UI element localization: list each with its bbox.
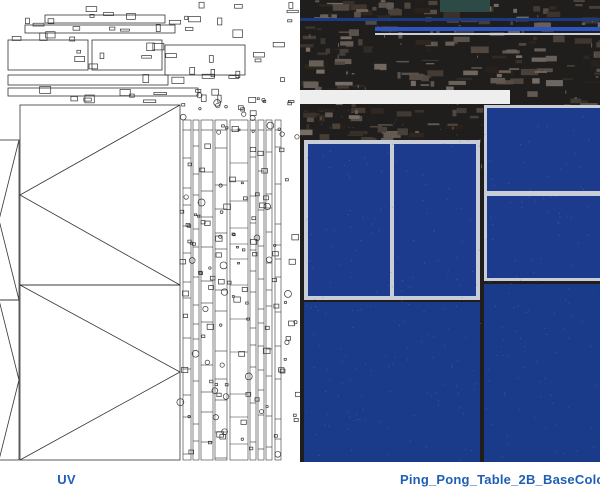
- uv-island-left-lower: [0, 299, 20, 461]
- texture-blue-strip: [375, 27, 600, 31]
- uv-island-top-lower-diag: [19, 284, 181, 461]
- uv-island-left-upper: [0, 139, 20, 301]
- uv-wireframe: [0, 1, 300, 461]
- uv-island-top-upper: [19, 104, 181, 286]
- uv-layout-panel: [0, 0, 300, 462]
- uv-island-top-upper-diag: [19, 104, 181, 286]
- texture-white-strip: [300, 90, 510, 104]
- texture-panel: [300, 0, 600, 462]
- texture-caption: Ping_Pong_Table_2B_BaseColo: [400, 472, 600, 487]
- basecolor-texture: [300, 0, 600, 462]
- uv-island-top-lower: [19, 284, 181, 461]
- uv-caption: UV: [57, 472, 76, 487]
